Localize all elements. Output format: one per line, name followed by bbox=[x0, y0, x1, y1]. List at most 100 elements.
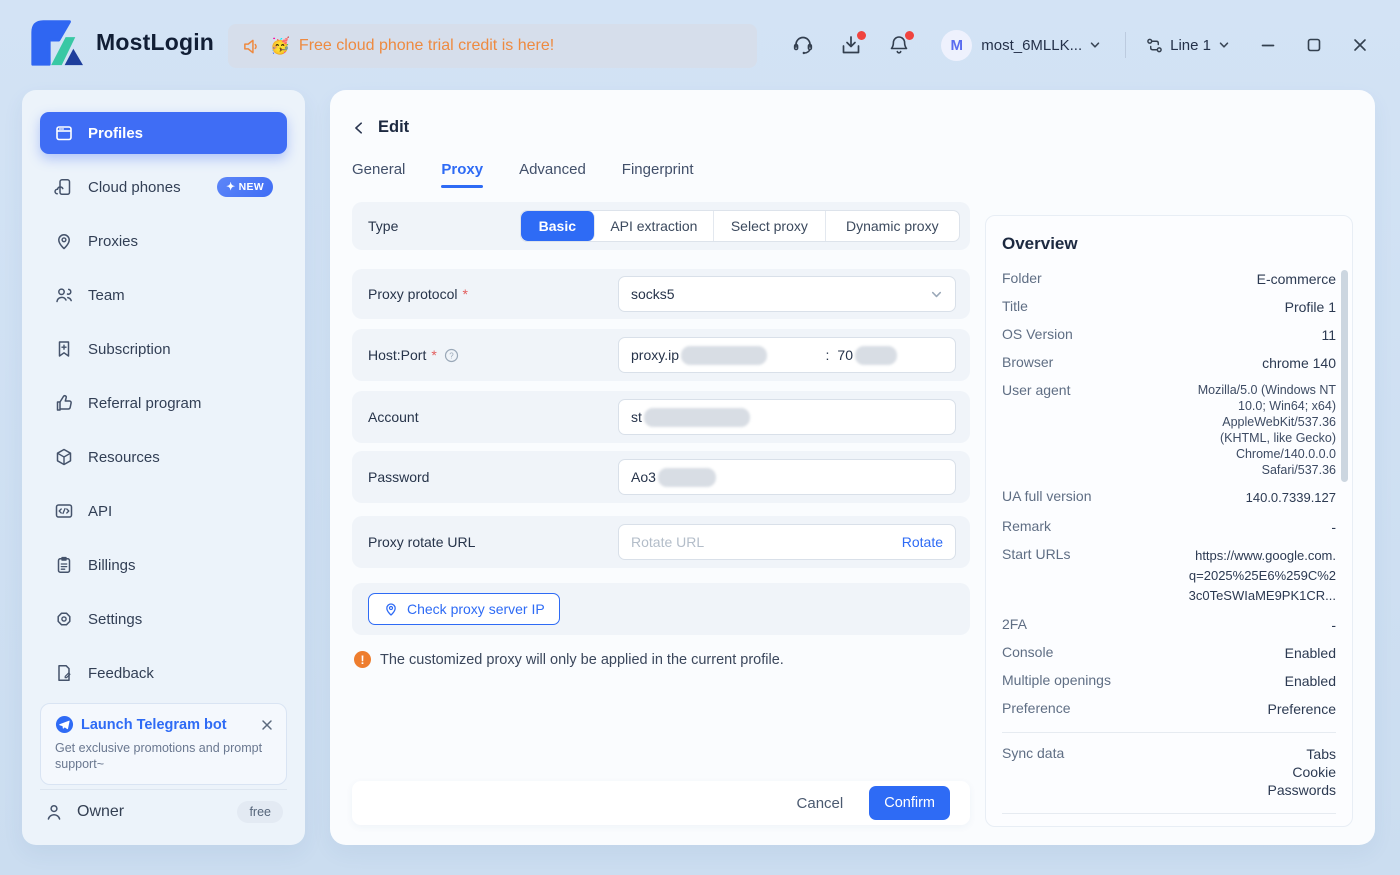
sidebar-item-label: Team bbox=[88, 286, 125, 304]
overview-title: Overview bbox=[1002, 234, 1078, 253]
warning-icon: ! bbox=[354, 651, 371, 668]
sidebar-item-label: Billings bbox=[88, 556, 136, 574]
sidebar-item-settings[interactable]: Settings bbox=[40, 598, 287, 640]
type-row: Type Basic API extraction Select proxy D… bbox=[352, 202, 970, 250]
sidebar-item-proxies[interactable]: Proxies bbox=[40, 220, 287, 262]
billing-clipboard-icon bbox=[57, 556, 71, 574]
help-icon[interactable]: ? bbox=[444, 348, 459, 363]
sidebar-item-cloud-phones[interactable]: Cloud phones ✦ NEW bbox=[40, 166, 287, 208]
window-controls bbox=[1248, 25, 1380, 65]
sidebar-item-subscription[interactable]: Subscription bbox=[40, 328, 287, 370]
type-option-select-proxy[interactable]: Select proxy bbox=[714, 211, 826, 241]
sidebar-item-profiles[interactable]: Profiles bbox=[40, 112, 287, 154]
sidebar-item-label: Proxies bbox=[88, 232, 139, 250]
download-button[interactable] bbox=[831, 25, 871, 65]
sidebar-item-label: Profiles bbox=[88, 124, 144, 142]
tab-proxy[interactable]: Proxy bbox=[441, 161, 483, 188]
overview-row-2fa: 2FA - bbox=[1002, 616, 1336, 633]
maximize-button[interactable] bbox=[1294, 25, 1334, 65]
telegram-icon bbox=[55, 715, 74, 734]
close-button[interactable] bbox=[1340, 25, 1380, 65]
feedback-doc-icon bbox=[58, 665, 71, 681]
topbar-divider bbox=[1125, 32, 1127, 58]
browser-window-icon bbox=[56, 126, 72, 141]
account-menu[interactable]: most_6MLLK... bbox=[981, 37, 1101, 54]
rotate-url-input[interactable]: Rotate URL Rotate bbox=[618, 524, 956, 560]
plan-badge: free bbox=[237, 800, 283, 823]
type-option-dynamic-proxy[interactable]: Dynamic proxy bbox=[826, 211, 959, 241]
minimize-button[interactable] bbox=[1248, 25, 1288, 65]
topbar: MostLogin 🥳 Free cloud phone trial credi… bbox=[0, 0, 1400, 90]
sidebar-item-label: Cloud phones bbox=[88, 178, 181, 196]
proxy-protocol-select[interactable]: socks5 bbox=[618, 276, 956, 312]
notifications-button[interactable] bbox=[879, 25, 919, 65]
telegram-bot-link[interactable]: Launch Telegram bot bbox=[81, 717, 253, 733]
announcement-banner[interactable]: 🥳 Free cloud phone trial credit is here! bbox=[228, 24, 757, 68]
sidebar-item-api[interactable]: API bbox=[40, 490, 287, 532]
proxy-protocol-row: Proxy protocol * socks5 bbox=[352, 269, 970, 319]
confirm-button[interactable]: Confirm bbox=[869, 786, 950, 820]
line-selector[interactable]: Line 1 bbox=[1146, 37, 1230, 54]
owner-label: Owner bbox=[77, 802, 125, 820]
rotate-action-link[interactable]: Rotate bbox=[902, 534, 943, 550]
proxy-type-segmented-control: Basic API extraction Select proxy Dynami… bbox=[520, 210, 960, 242]
sidebar-item-team[interactable]: Team bbox=[40, 274, 287, 316]
overview-divider bbox=[1002, 813, 1336, 814]
sidebar-item-label: Subscription bbox=[88, 340, 171, 358]
proxy-rotate-url-label: Proxy rotate URL bbox=[368, 534, 476, 550]
owner-row[interactable]: Owner free bbox=[40, 789, 287, 833]
tab-general[interactable]: General bbox=[352, 161, 405, 188]
cube-icon bbox=[56, 448, 72, 466]
account-input[interactable]: st bbox=[618, 399, 956, 435]
sidebar-item-feedback[interactable]: Feedback bbox=[40, 652, 287, 694]
password-label: Password bbox=[368, 469, 430, 485]
overview-divider bbox=[1002, 732, 1336, 733]
host-port-row: Host:Port * ? proxy.ip : 70 bbox=[352, 329, 970, 381]
cloud-phone-icon bbox=[54, 179, 71, 196]
brand-name: MostLogin bbox=[96, 28, 215, 55]
overview-row-preference: Preference Preference bbox=[1002, 700, 1336, 717]
team-icon bbox=[56, 288, 72, 303]
line-label: Line 1 bbox=[1170, 36, 1211, 54]
host-port-label: Host:Port * ? bbox=[368, 347, 459, 363]
redacted-port bbox=[855, 345, 897, 365]
chevron-down-icon bbox=[931, 291, 942, 297]
close-icon[interactable] bbox=[260, 718, 274, 732]
overview-row-remark: Remark - bbox=[1002, 518, 1336, 535]
back-button[interactable]: Edit bbox=[352, 118, 970, 137]
check-proxy-ip-button[interactable]: Check proxy server IP bbox=[368, 593, 560, 625]
overview-row-os-version: OS Version 11 bbox=[1002, 326, 1336, 343]
redacted-password bbox=[657, 467, 716, 487]
back-chevron-icon bbox=[355, 121, 362, 134]
notice-text: The customized proxy will only be applie… bbox=[380, 651, 784, 668]
support-headset-button[interactable] bbox=[783, 25, 823, 65]
api-code-icon bbox=[55, 504, 73, 518]
sidebar-item-referral-program[interactable]: Referral program bbox=[40, 382, 287, 424]
check-proxy-row: Check proxy server IP bbox=[352, 583, 970, 635]
avatar[interactable]: M bbox=[941, 29, 973, 61]
banner-text: Free cloud phone trial credit is here! bbox=[298, 37, 555, 54]
overview-row-folder: Folder E-commerce bbox=[1002, 270, 1336, 287]
type-option-api-extraction[interactable]: API extraction bbox=[595, 211, 715, 241]
overview-panel: Overview Folder E-commerce Title Profile… bbox=[985, 215, 1353, 827]
sidebar-item-label: Settings bbox=[88, 610, 143, 628]
location-pin-icon bbox=[58, 234, 70, 250]
close-icon bbox=[1354, 39, 1366, 51]
type-option-basic[interactable]: Basic bbox=[521, 211, 595, 241]
tab-fingerprint[interactable]: Fingerprint bbox=[622, 161, 694, 188]
cancel-button[interactable]: Cancel bbox=[797, 795, 844, 812]
overview-row-multiple-openings: Multiple openings Enabled bbox=[1002, 672, 1336, 689]
sidebar-item-label: Referral program bbox=[88, 394, 202, 412]
overview-scrollbar-thumb[interactable] bbox=[1341, 270, 1348, 482]
overview-row-console: Console Enabled bbox=[1002, 644, 1336, 661]
thumbs-up-icon bbox=[56, 395, 72, 411]
host-port-input[interactable]: proxy.ip : 70 bbox=[618, 337, 956, 373]
password-input[interactable]: Ao3 bbox=[618, 459, 956, 495]
new-badge: ✦ NEW bbox=[217, 177, 273, 197]
overview-row-ua-full-version: UA full version 140.0.7339.127 bbox=[1002, 488, 1336, 505]
sidebar-item-resources[interactable]: Resources bbox=[40, 436, 287, 478]
page-title: Edit bbox=[378, 118, 410, 136]
sidebar-item-billings[interactable]: Billings bbox=[40, 544, 287, 586]
sidebar: Profiles Cloud phones ✦ NEW Proxies Team… bbox=[22, 90, 305, 845]
tab-advanced[interactable]: Advanced bbox=[519, 161, 586, 188]
